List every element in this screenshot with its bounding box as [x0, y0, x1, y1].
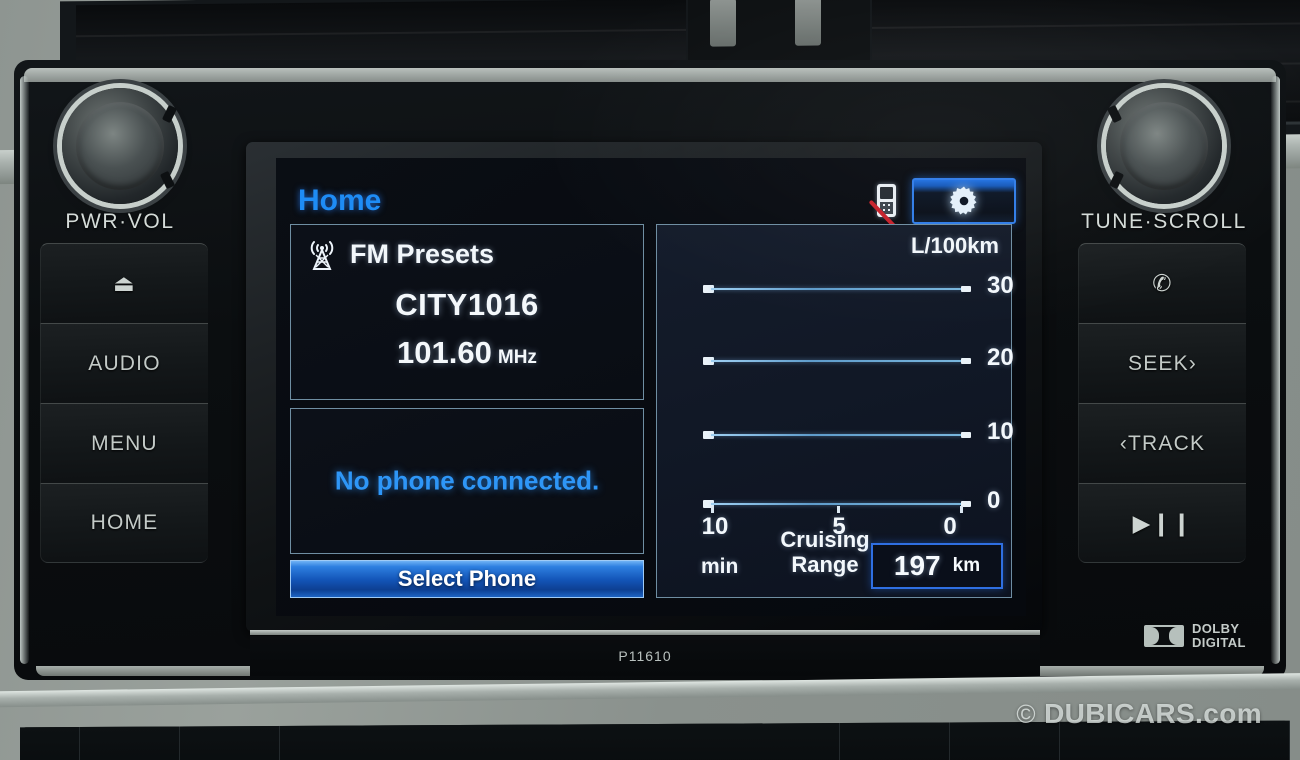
seek-button[interactable]: SEEK› — [1078, 323, 1246, 403]
no-phone-icon — [868, 181, 902, 233]
display-bottom-edge — [250, 630, 1040, 635]
model-number-label: P11610 — [618, 648, 672, 664]
fm-station-name: CITY1016 — [395, 287, 539, 322]
cruising-range-value: 197 — [893, 550, 941, 581]
head-unit-left-edge — [20, 76, 29, 664]
cruising-range-unit: km — [952, 555, 981, 576]
fm-presets-panel[interactable]: FM Presets CITY1016 101.60 MHz — [290, 224, 644, 400]
dolby-double-d-icon — [1144, 624, 1184, 647]
phone-call-button[interactable]: ✆ — [1078, 243, 1246, 323]
tune-scroll-knob-label: TUNE·SCROLL — [1081, 210, 1247, 233]
right-button-stack: ✆ SEEK› ‹TRACK ▶❙❙ — [1078, 243, 1246, 563]
fm-presets-label: FM Presets — [350, 238, 495, 269]
chart-ytick-0: 0 — [987, 487, 1001, 514]
select-phone-button[interactable]: Select Phone — [290, 560, 644, 598]
seek-button-label: SEEK› — [1127, 351, 1198, 375]
left-button-stack: ⏏ AUDIO MENU HOME — [40, 243, 208, 563]
eject-button[interactable]: ⏏ — [40, 243, 208, 323]
cruising-range-value-box[interactable]: 197 km — [871, 543, 1003, 589]
eject-icon: ⏏ — [113, 270, 136, 296]
dolby-text-line2: DIGITAL — [1192, 634, 1246, 650]
chart-ytick-10: 10 — [987, 418, 1014, 445]
chart-ytick-20: 20 — [987, 344, 1014, 371]
cruising-range-label-line1: Cruising — [780, 527, 870, 552]
phone-status-message: No phone connected. — [334, 465, 600, 496]
display-bezel: Home FM Presets CITY1016 101.60 MHz No p… — [246, 142, 1042, 632]
fm-frequency: 101.60 MHz — [291, 335, 643, 371]
audio-button-label: AUDIO — [88, 351, 161, 375]
play-pause-button[interactable]: ▶❙❙ — [1078, 483, 1246, 563]
watermark-text: DUBICARS.com — [1044, 698, 1262, 729]
chart-gridline-10: 10 — [703, 418, 1014, 445]
phone-status-panel[interactable]: No phone connected. — [290, 408, 644, 554]
power-volume-knob-face — [76, 102, 164, 190]
fuel-consumption-chart-panel[interactable]: L/100km 30 20 10 0 10 5 0 min Cruising R… — [656, 224, 1014, 598]
play-pause-icon: ▶❙❙ — [1132, 509, 1193, 536]
touchscreen-display[interactable]: Home FM Presets CITY1016 101.60 MHz No p… — [276, 158, 1026, 616]
vent-control-tab-right[interactable] — [795, 0, 821, 46]
power-volume-knob-label: PWR·VOL — [65, 210, 175, 233]
page-title: Home — [298, 184, 382, 217]
watermark-copyright-symbol: © — [1016, 699, 1036, 729]
vent-control-tab-left[interactable] — [710, 0, 736, 47]
track-button-label: ‹TRACK — [1119, 431, 1206, 455]
home-button-label: HOME — [90, 511, 159, 534]
gear-icon — [949, 186, 977, 215]
chart-ytick-30: 30 — [987, 272, 1014, 299]
select-phone-label: Select Phone — [397, 566, 537, 591]
chart-xtick-0: 0 — [943, 513, 957, 540]
settings-button[interactable] — [912, 178, 1016, 224]
cruising-range-label-line2: Range — [791, 552, 859, 578]
head-unit-top-bevel — [24, 68, 1276, 82]
menu-button-label: MENU — [91, 431, 158, 455]
watermark: © DUBICARS.com — [1016, 698, 1262, 730]
audio-button[interactable]: AUDIO — [40, 323, 208, 403]
menu-button[interactable]: MENU — [40, 403, 208, 483]
fm-panel-header: FM Presets — [291, 225, 643, 271]
chart-y-unit-label: L/100km — [910, 233, 999, 258]
track-button[interactable]: ‹TRACK — [1078, 403, 1246, 483]
dolby-text: DOLBY DIGITAL — [1192, 622, 1246, 649]
chart-x-unit-label: min — [701, 555, 739, 578]
chart-gridline-30: 30 — [703, 272, 1014, 299]
chart-gridline-20: 20 — [703, 344, 1014, 371]
tune-scroll-knob-face — [1120, 102, 1208, 190]
head-unit-right-edge — [1271, 76, 1280, 664]
power-volume-knob[interactable] — [62, 88, 178, 204]
fm-frequency-unit: MHz — [497, 347, 537, 368]
home-button[interactable]: HOME — [40, 483, 208, 563]
fm-frequency-value: 101.60 — [397, 335, 492, 370]
dolby-text-line1: DOLBY — [1192, 621, 1240, 636]
phone-handset-icon: ✆ — [1152, 270, 1173, 296]
head-unit-bottom-plate: P11610 — [250, 636, 1040, 676]
cruising-range-label: Cruising Range — [765, 527, 885, 578]
dolby-digital-logo: DOLBY DIGITAL — [1144, 622, 1246, 649]
radio-tower-icon — [310, 241, 334, 270]
status-icon-bar — [868, 178, 1016, 233]
head-unit-photo: PWR·VOL ⏏ AUDIO MENU HOME TUNE·SCROLL ✆ … — [0, 0, 1300, 760]
tune-scroll-knob[interactable] — [1106, 88, 1222, 204]
chart-xtick-10: 10 — [701, 513, 729, 540]
